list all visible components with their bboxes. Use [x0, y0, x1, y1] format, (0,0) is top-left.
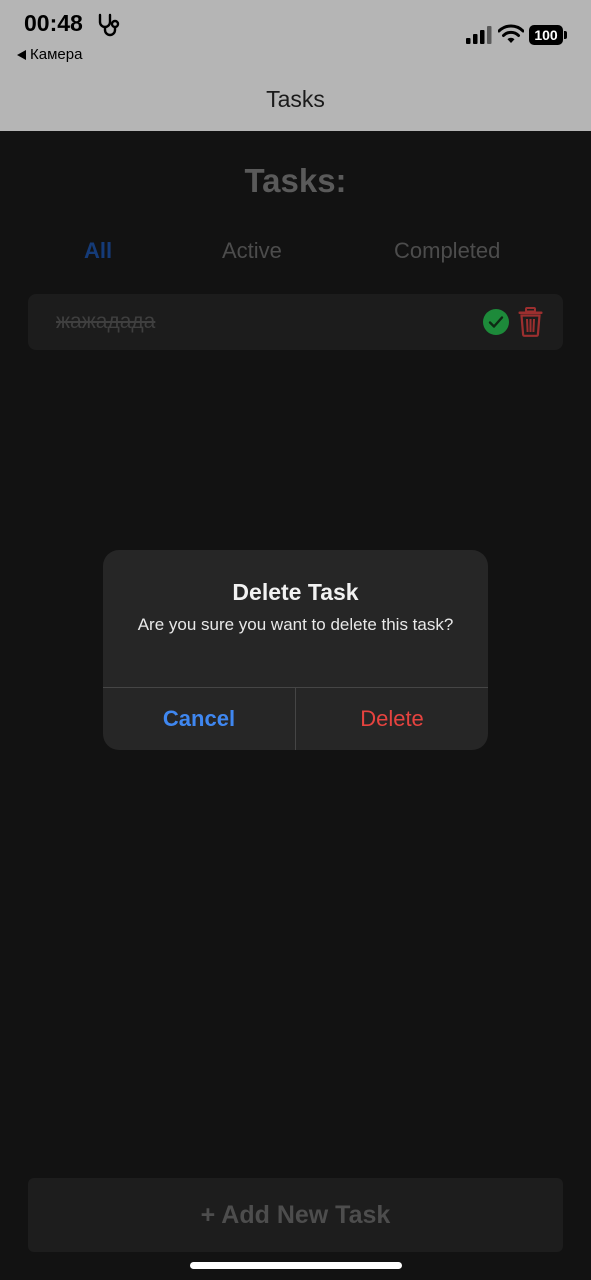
page-heading: Tasks:	[244, 162, 347, 199]
filter-tab-active[interactable]: Active	[222, 238, 282, 264]
back-to-camera-link[interactable]: Камера	[17, 46, 82, 63]
completed-check-icon[interactable]	[482, 308, 510, 336]
task-text: жажадада	[56, 310, 156, 333]
task-row[interactable]: жажадада	[28, 294, 563, 350]
back-arrow-icon	[17, 49, 26, 60]
status-time: 00:48	[24, 10, 83, 36]
home-indicator[interactable]	[190, 1262, 402, 1269]
cancel-button[interactable]: Cancel	[103, 688, 295, 750]
delete-button[interactable]: Delete	[296, 688, 488, 750]
filter-tab-completed[interactable]: Completed	[394, 238, 500, 264]
filter-tab-all[interactable]: All	[84, 238, 112, 264]
wifi-icon	[498, 24, 524, 43]
signal-icon	[466, 26, 492, 44]
dialog-message: Are you sure you want to delete this tas…	[137, 615, 454, 634]
stethoscope-icon	[98, 13, 120, 37]
battery-level: 100	[529, 25, 563, 45]
dialog-title: Delete Task	[232, 579, 359, 605]
battery-icon: 100	[529, 25, 567, 45]
nav-title: Tasks	[266, 86, 325, 112]
delete-confirm-dialog: Delete Task Are you sure you want to del…	[103, 550, 488, 750]
back-link-label: Камера	[30, 46, 83, 63]
add-new-task-button[interactable]: + Add New Task	[28, 1178, 563, 1252]
trash-icon[interactable]	[517, 307, 544, 337]
